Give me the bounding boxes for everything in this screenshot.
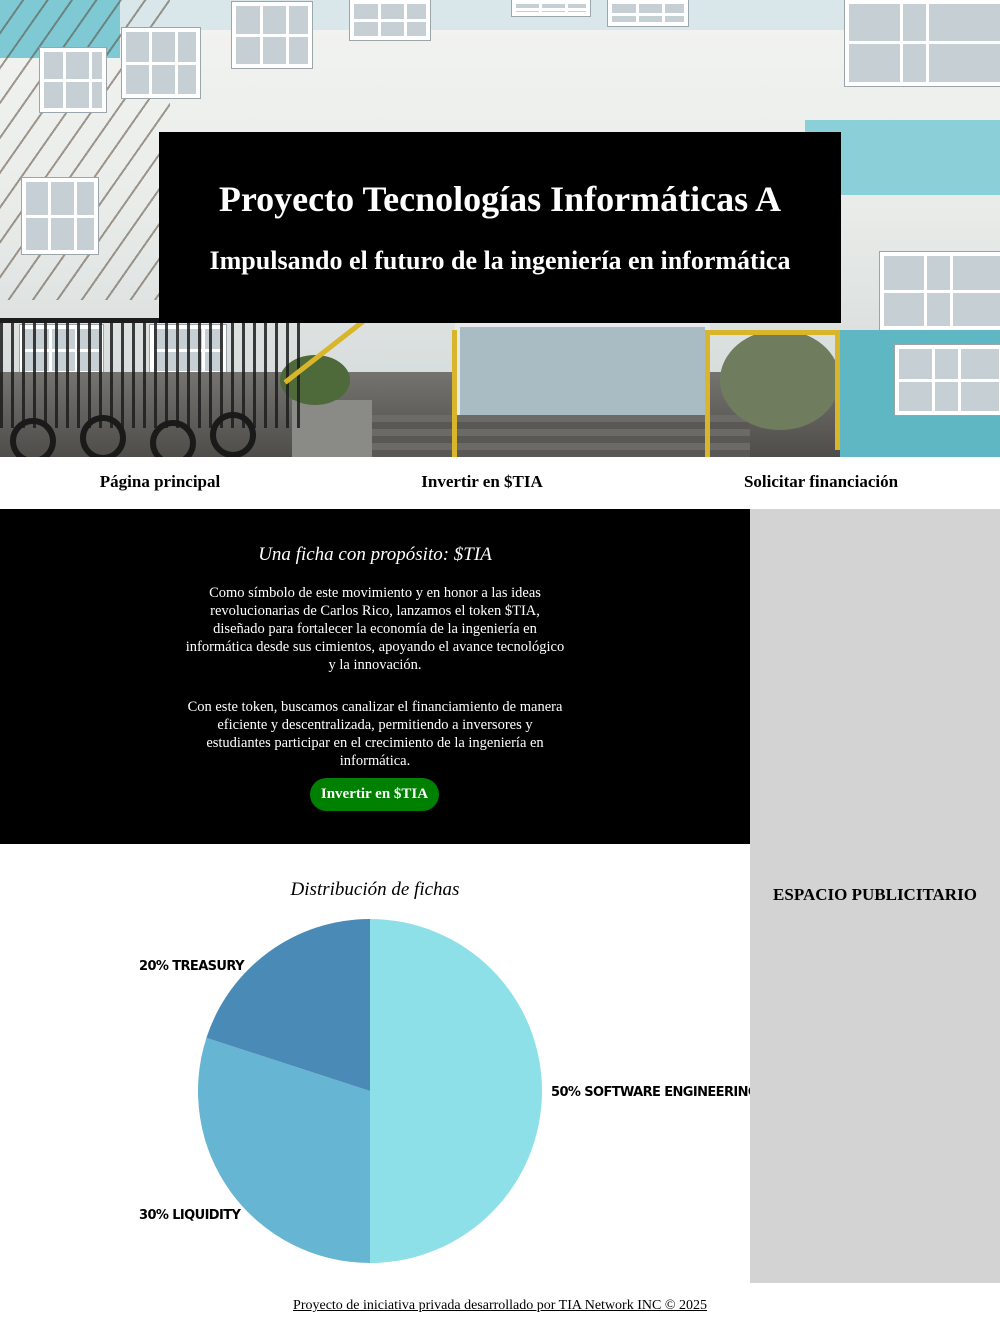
intro-paragraph: Con este token, buscamos canalizar el fi… — [187, 699, 563, 769]
intro-paragraph: Como símbolo de este movimiento y en hon… — [185, 585, 565, 673]
entrance-steps — [330, 415, 750, 457]
motorcycle-wheel — [80, 415, 126, 457]
nav-item-request-funding[interactable]: Solicitar financiación — [744, 472, 898, 492]
handrail — [452, 330, 457, 457]
motorcycle-wheel — [10, 418, 56, 457]
pie-chart: 50% SOFTWARE ENGINEERING 30% LIQUIDITY 20%… — [139, 919, 750, 1263]
building-window — [608, 0, 688, 26]
pie-slice-label: 20% TREASURY — [139, 959, 245, 974]
hero-banner: Proyecto Tecnologías Informáticas A Impu… — [0, 0, 1000, 457]
handrail — [705, 330, 710, 457]
planter — [292, 400, 372, 457]
building-window — [845, 0, 1000, 86]
footer-text[interactable]: Proyecto de iniciativa privada desarroll… — [0, 1298, 1000, 1314]
nav-item-home[interactable]: Página principal — [100, 472, 220, 492]
page-title: Proyecto Tecnologías Informáticas A — [218, 178, 782, 219]
building-window — [350, 0, 430, 40]
pie-slice-label: 50% SOFTWARE ENGINEERING — [551, 1085, 750, 1100]
building-window — [895, 345, 1000, 415]
building-window — [512, 0, 590, 16]
plant — [720, 330, 840, 430]
ad-label: ESPACIO PUBLICITARIO — [773, 885, 977, 904]
handrail — [835, 330, 840, 450]
main-nav: Página principal Invertir en $TIA Solici… — [0, 457, 1000, 509]
ad-space: ESPACIO PUBLICITARIO — [750, 509, 1000, 1283]
token-intro-section: Una ficha con propósito: $TIA Como símbo… — [0, 509, 750, 844]
section-heading: Una ficha con propósito: $TIA — [258, 544, 492, 565]
iron-fence — [0, 318, 300, 428]
invest-button[interactable]: Invertir en $TIA — [310, 778, 439, 811]
entrance-doors — [455, 322, 710, 427]
building-window — [232, 2, 312, 68]
token-distribution-section: Distribución de fichas 50% SOFTWARE ENGI… — [0, 844, 750, 1284]
building-window — [880, 252, 1000, 330]
handrail — [705, 330, 840, 335]
building-window — [122, 28, 200, 98]
building-window — [40, 48, 106, 112]
hero-title-box: Proyecto Tecnologías Informáticas A Impu… — [159, 132, 841, 323]
pie-slice — [370, 919, 542, 1263]
building-window — [22, 178, 98, 254]
page-subtitle: Impulsando el futuro de la ingeniería en… — [209, 246, 791, 276]
pie-slice-label: 30% LIQUIDITY — [139, 1208, 242, 1223]
motorcycle-wheel — [210, 412, 256, 457]
nav-item-invest[interactable]: Invertir en $TIA — [421, 472, 543, 492]
